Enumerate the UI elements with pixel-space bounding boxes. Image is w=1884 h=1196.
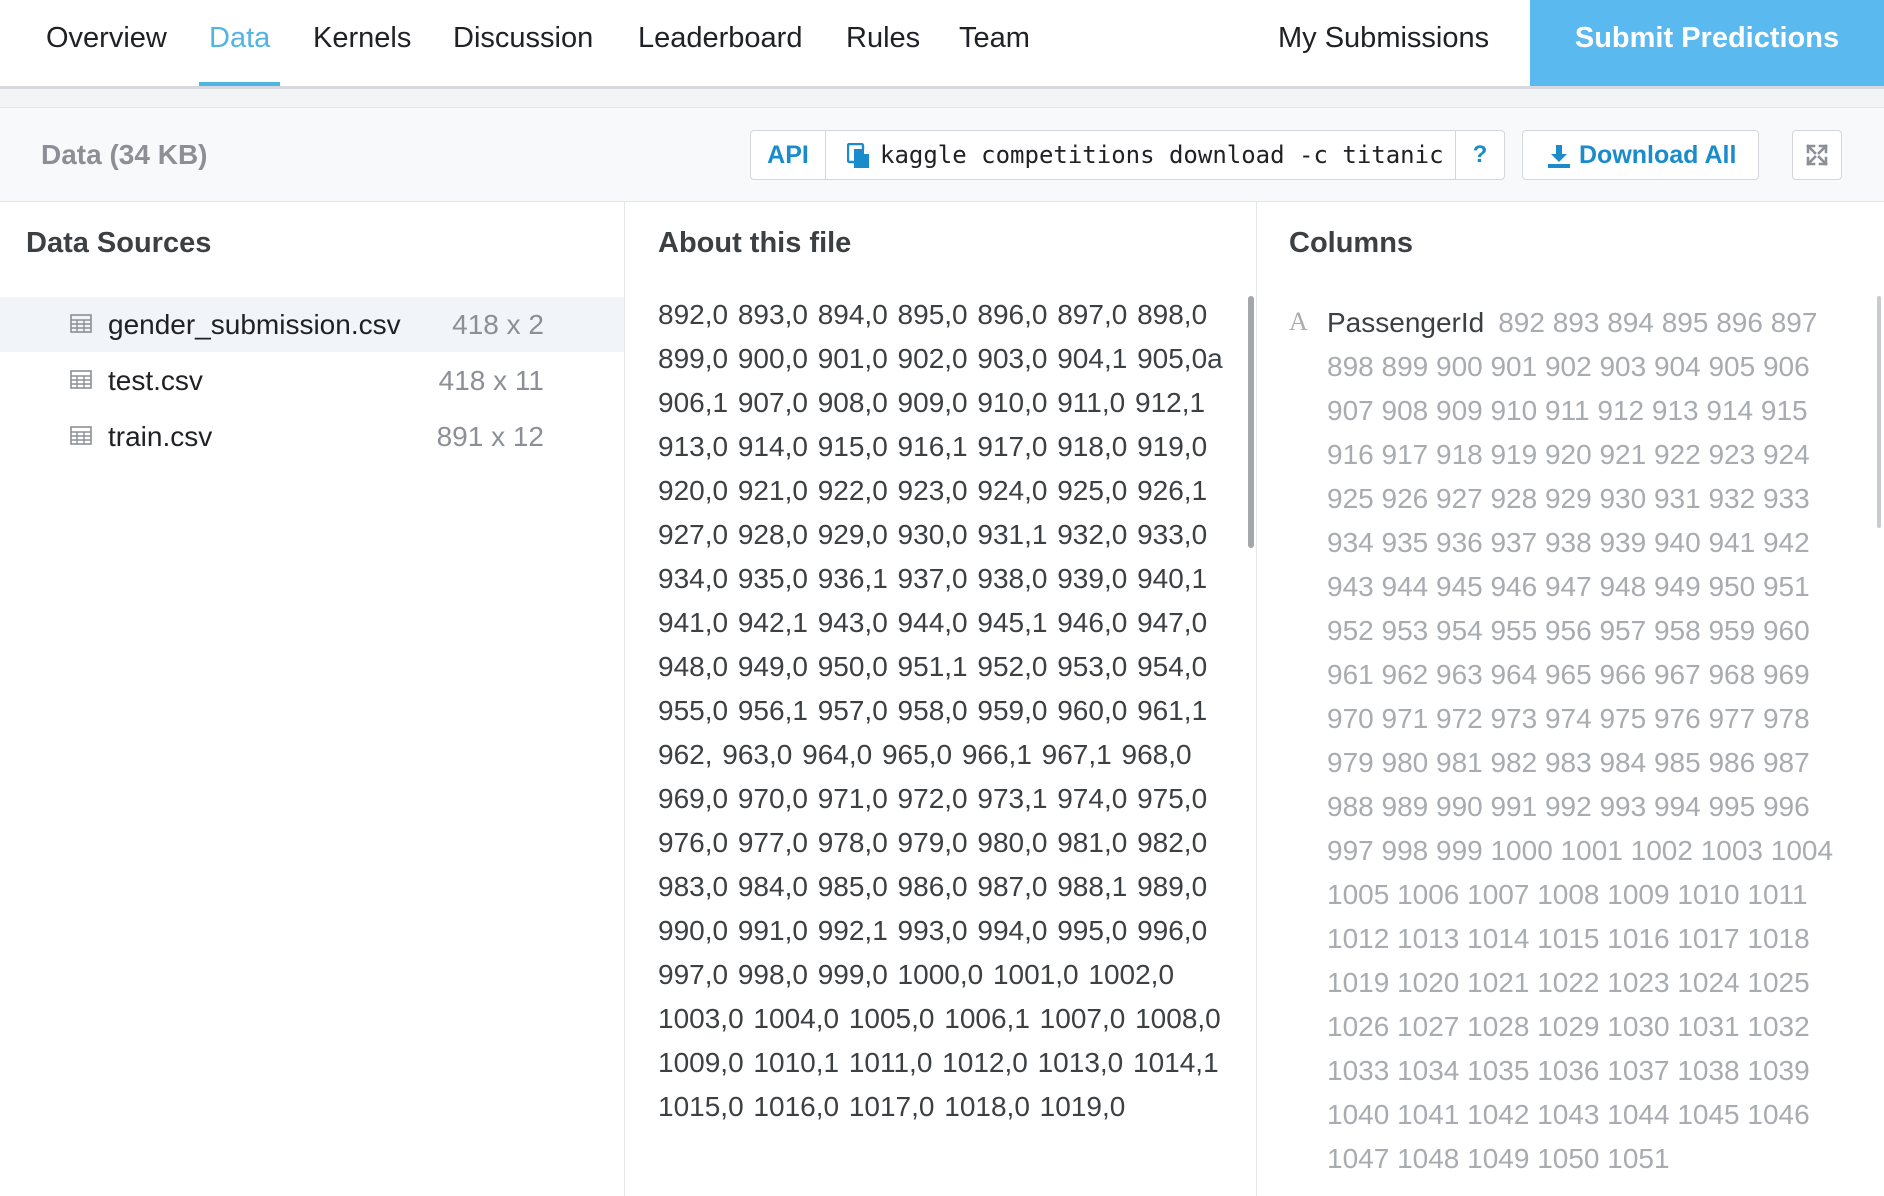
my-submissions-link[interactable]: My Submissions xyxy=(1278,0,1489,86)
top-navigation: Overview Data Kernels Discussion Leaderb… xyxy=(0,0,1884,89)
about-file-title: About this file xyxy=(658,227,852,259)
columns-title: Columns xyxy=(1289,227,1414,259)
columns-panel: Columns A PassengerId 892 893 894 895 896… xyxy=(1257,201,1884,1196)
download-all-button[interactable]: Download All xyxy=(1522,130,1759,180)
tab-discussion[interactable]: Discussion xyxy=(453,0,593,86)
column-name[interactable]: PassengerId xyxy=(1327,307,1484,338)
string-type-icon: A xyxy=(1289,307,1308,336)
tab-rules[interactable]: Rules xyxy=(846,0,920,86)
file-dimensions: 418 x 2 xyxy=(452,309,544,340)
api-command-group: API kaggle competitions download -c tita… xyxy=(750,130,1505,180)
cli-command-text[interactable]: kaggle competitions download -c titanic xyxy=(880,131,1444,179)
data-sources-panel: Data Sources gender_submission.csv 418 x… xyxy=(0,201,625,1196)
tab-data[interactable]: Data xyxy=(198,0,281,86)
expand-button[interactable] xyxy=(1792,130,1842,180)
file-name: test.csv xyxy=(108,365,203,396)
file-content-preview: 892,0 893,0 894,0 895,0 896,0 897,0 898,… xyxy=(658,299,1223,1122)
file-name: train.csv xyxy=(108,421,213,452)
api-button[interactable]: API xyxy=(751,131,826,179)
expand-icon xyxy=(1806,144,1828,166)
about-file-panel: About this file 892,0 893,0 894,0 895,0 … xyxy=(625,201,1257,1196)
file-item-gender-submission[interactable]: gender_submission.csv 418 x 2 xyxy=(0,297,624,352)
file-dimensions: 418 x 11 xyxy=(438,365,544,396)
help-button[interactable]: ? xyxy=(1455,131,1504,179)
data-header-bar: Data (34 KB) API kaggle competitions dow… xyxy=(0,107,1884,202)
file-name: gender_submission.csv xyxy=(108,309,401,340)
data-sources-title: Data Sources xyxy=(26,227,212,259)
tab-overview[interactable]: Overview xyxy=(46,0,167,86)
file-item-train[interactable]: train.csv 891 x 12 xyxy=(0,409,624,464)
file-dimensions: 891 x 12 xyxy=(436,421,544,452)
column-values: 892 893 894 895 896 897 898 899 900 901 … xyxy=(1327,307,1834,1174)
tab-kernels[interactable]: Kernels xyxy=(313,0,411,86)
header-divider xyxy=(0,89,1884,107)
submit-predictions-button[interactable]: Submit Predictions xyxy=(1530,0,1884,86)
column-entry-passengerid: PassengerId 892 893 894 895 896 897 898 8… xyxy=(1327,301,1862,1181)
file-item-test[interactable]: test.csv 418 x 11 xyxy=(0,353,624,408)
download-all-label: Download All xyxy=(1579,141,1737,169)
download-icon xyxy=(1547,144,1571,168)
columns-scrollbar[interactable] xyxy=(1877,296,1881,528)
table-icon xyxy=(70,370,92,389)
table-icon xyxy=(70,426,92,445)
tab-leaderboard[interactable]: Leaderboard xyxy=(638,0,802,86)
copy-icon[interactable] xyxy=(846,142,871,169)
about-file-scrollbar[interactable] xyxy=(1248,296,1254,548)
table-icon xyxy=(70,314,92,333)
data-size-title: Data (34 KB) xyxy=(41,139,208,170)
tab-team[interactable]: Team xyxy=(959,0,1030,86)
